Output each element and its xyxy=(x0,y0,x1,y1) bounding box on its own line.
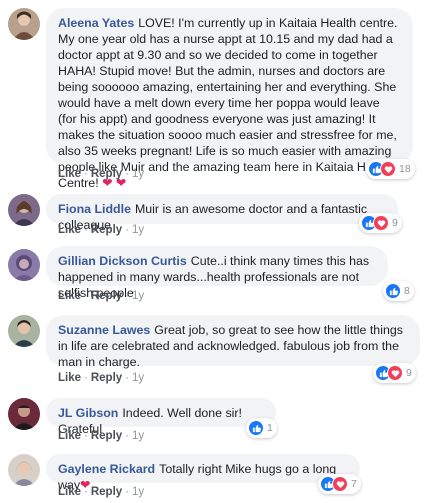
comment-time[interactable]: 1y xyxy=(132,372,144,384)
comment-author[interactable]: Gillian Dickson Curtis xyxy=(58,254,187,268)
comment-bubble: Fiona Liddle Muir is an awesome doctor an… xyxy=(46,194,398,232)
comment-author[interactable]: Fiona Liddle xyxy=(58,202,131,216)
comment-bubble: Aleena Yates LOVE! I'm currently up in Ka… xyxy=(46,8,413,190)
reply-link[interactable]: Reply xyxy=(91,168,122,180)
comment-actions: Like · Reply · 1y xyxy=(58,486,145,498)
comment-author[interactable]: Suzanne Lawes xyxy=(58,323,150,337)
reply-link[interactable]: Reply xyxy=(91,486,122,498)
reaction-summary[interactable]: 9 xyxy=(373,363,416,383)
comment-time[interactable]: 1y xyxy=(132,290,144,302)
reaction-count: 1 xyxy=(267,422,273,434)
reply-link[interactable]: Reply xyxy=(91,290,122,302)
comment-bubble: JL Gibson Indeed. Well done sir! Grateful xyxy=(46,398,276,436)
reaction-summary[interactable]: 18 xyxy=(366,159,415,179)
comment-text: LOVE! I'm currently up in Kaitaia Health… xyxy=(58,16,398,190)
comment-time[interactable]: 1y xyxy=(132,486,144,498)
comment-author[interactable]: JL Gibson xyxy=(58,406,118,420)
like-link[interactable]: Like xyxy=(58,168,81,180)
reaction-summary[interactable]: 8 xyxy=(383,281,414,301)
reaction-summary[interactable]: 1 xyxy=(246,418,277,438)
reply-link[interactable]: Reply xyxy=(91,224,122,236)
like-link[interactable]: Like xyxy=(58,430,81,442)
avatar[interactable] xyxy=(8,249,40,281)
avatar[interactable] xyxy=(8,8,40,40)
love-icon xyxy=(332,476,348,492)
reaction-count: 9 xyxy=(392,217,398,229)
comment-time[interactable]: 1y xyxy=(132,224,144,236)
comment-author[interactable]: Gaylene Rickard xyxy=(58,462,155,476)
comment-bubble: Gillian Dickson Curtis Cute..i think many… xyxy=(46,246,388,300)
like-link[interactable]: Like xyxy=(58,290,81,302)
reaction-summary[interactable]: 9 xyxy=(359,213,402,233)
comment-bubble: Gaylene Rickard Totally right Mike hugs g… xyxy=(46,454,360,492)
comment-bubble: Suzanne Lawes Great job, so great to see … xyxy=(46,315,420,369)
avatar[interactable] xyxy=(8,398,40,430)
love-icon xyxy=(373,215,389,231)
comment-time[interactable]: 1y xyxy=(132,430,144,442)
reply-link[interactable]: Reply xyxy=(91,430,122,442)
love-icon xyxy=(380,161,396,177)
reaction-count: 7 xyxy=(351,478,357,490)
comment-actions: Like · Reply · 1y xyxy=(58,372,145,384)
reaction-count: 8 xyxy=(404,285,410,297)
reply-link[interactable]: Reply xyxy=(91,372,122,384)
avatar[interactable] xyxy=(8,454,40,486)
like-icon xyxy=(385,283,401,299)
like-link[interactable]: Like xyxy=(58,372,81,384)
reaction-summary[interactable]: 7 xyxy=(318,474,361,494)
like-icon xyxy=(248,420,264,436)
avatar[interactable] xyxy=(8,194,40,226)
reaction-count: 9 xyxy=(406,367,412,379)
comment-time[interactable]: 1y xyxy=(132,168,144,180)
avatar[interactable] xyxy=(8,315,40,347)
comment-actions: Like · Reply · 1y xyxy=(58,290,145,302)
comment-actions: Like · Reply · 1y xyxy=(58,168,145,180)
comment-actions: Like · Reply · 1y xyxy=(58,224,145,236)
love-icon xyxy=(387,365,403,381)
reaction-count: 18 xyxy=(399,163,411,175)
comment-author[interactable]: Aleena Yates xyxy=(58,16,134,30)
like-link[interactable]: Like xyxy=(58,224,81,236)
comment-actions: Like · Reply · 1y xyxy=(58,430,145,442)
like-link[interactable]: Like xyxy=(58,486,81,498)
